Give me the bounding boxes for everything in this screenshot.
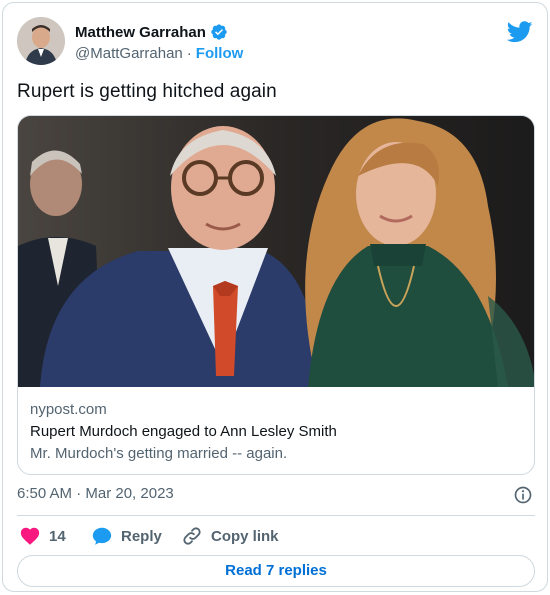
author-handle-row: @MattGarrahan · Follow (75, 45, 243, 62)
article-photo (18, 116, 534, 387)
copy-link-label: Copy link (211, 527, 279, 545)
actions-divider (17, 515, 535, 516)
handle-separator: · (186, 45, 192, 62)
tweet-timestamp[interactable]: 6:50 AM · Mar 20, 2023 (17, 485, 174, 502)
link-domain: nypost.com (30, 401, 107, 418)
reply-label: Reply (121, 527, 162, 545)
follow-button[interactable]: Follow (196, 45, 244, 62)
twitter-bird-icon[interactable] (507, 21, 533, 43)
author-name-row: Matthew Garrahan (75, 23, 228, 41)
info-icon[interactable] (513, 485, 533, 505)
reply-button[interactable]: Reply (91, 523, 162, 549)
tweet-text: Rupert is getting hitched again (17, 81, 277, 102)
heart-icon (20, 527, 40, 545)
author-avatar[interactable] (17, 17, 65, 65)
read-replies-button[interactable]: Read 7 replies (17, 555, 535, 587)
link-icon (183, 527, 201, 545)
reply-bubble-icon (92, 527, 112, 545)
copy-link-button[interactable]: Copy link (181, 523, 279, 549)
author-handle[interactable]: @MattGarrahan (75, 45, 183, 62)
tweet-actions: 14 Reply Copy link (17, 523, 535, 549)
author-name[interactable]: Matthew Garrahan (75, 24, 206, 41)
timestamp-row: 6:50 AM · Mar 20, 2023 (17, 485, 535, 507)
link-title: Rupert Murdoch engaged to Ann Lesley Smi… (30, 423, 337, 440)
tweet-embed-card: Matthew Garrahan @MattGarrahan · Follow … (2, 2, 548, 592)
link-description: Mr. Murdoch's getting married -- again. (30, 445, 288, 462)
link-preview-meta: nypost.com Rupert Murdoch engaged to Ann… (30, 401, 524, 467)
like-count: 14 (49, 527, 66, 545)
tweet-header: Matthew Garrahan @MattGarrahan · Follow (17, 17, 537, 69)
link-preview-card[interactable]: nypost.com Rupert Murdoch engaged to Ann… (17, 115, 535, 475)
verified-badge-icon (211, 24, 227, 40)
like-button[interactable]: 14 (19, 523, 66, 549)
